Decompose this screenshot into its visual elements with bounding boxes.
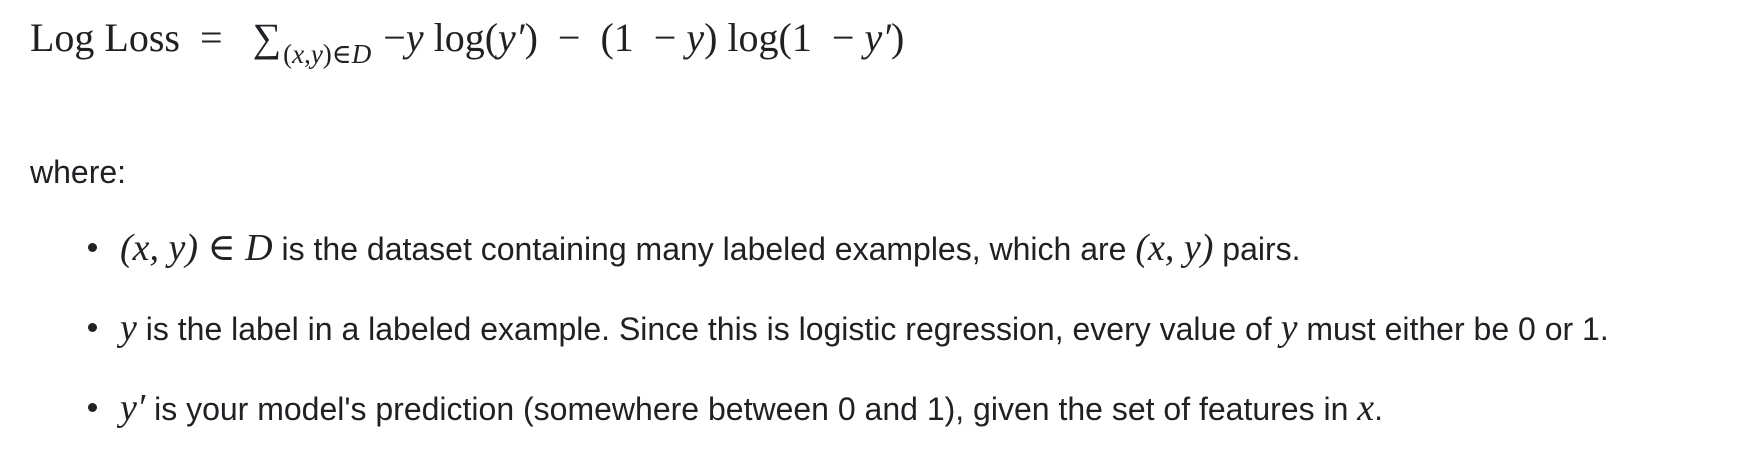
term1-log: log( — [433, 15, 499, 60]
formula-minus: − — [557, 15, 581, 60]
subscript-y: y — [310, 39, 323, 69]
term2-minus2: − — [831, 15, 855, 60]
definition-item-prediction: y′ is your model's prediction (somewhere… — [0, 388, 1609, 450]
term2-minus: − — [653, 15, 677, 60]
summation-symbol: ∑ — [252, 15, 282, 60]
definition-math-a: (x, y) ∈ D — [120, 227, 273, 269]
bullet-icon — [88, 243, 97, 252]
definition-text-b: pairs. — [1213, 231, 1301, 267]
definition-math-a: y — [120, 307, 137, 349]
term1-y: y — [405, 15, 424, 60]
definition-text-b: must either be 0 or 1. — [1297, 311, 1609, 347]
definition-text-a: is the label in a labeled example. Since… — [136, 311, 1281, 347]
subscript-x: x — [292, 39, 305, 69]
subscript-element-of: )∈ — [322, 39, 352, 69]
bullet-icon — [88, 323, 97, 332]
subscript-open: ( — [283, 39, 293, 69]
definition-text-b: . — [1374, 391, 1384, 427]
where-label: where: — [30, 154, 127, 190]
formula-lhs: Log Loss — [30, 15, 180, 60]
definition-math-b: y — [1280, 307, 1298, 349]
term2-end: ) — [890, 15, 905, 60]
definition-text-a: is your model's prediction (somewhere be… — [145, 391, 1358, 427]
definition-item-dataset: (x, y) ∈ D is the dataset containing man… — [0, 228, 1609, 308]
term2-open: (1 — [600, 15, 634, 60]
formula-equals: = — [200, 15, 223, 60]
definition-item-label: y is the label in a labeled example. Sin… — [0, 308, 1609, 388]
term2-log: log(1 — [727, 15, 812, 60]
definition-math-b: (x, y) — [1135, 227, 1214, 269]
definition-text-a: is the dataset containing many labeled e… — [272, 231, 1136, 267]
definition-math-a: y′ — [120, 387, 146, 429]
term1-minus: − — [383, 15, 406, 60]
subscript-comma: , — [304, 39, 311, 69]
subscript-dataset: D — [351, 39, 372, 69]
term1-close: ) — [524, 15, 538, 60]
term2-close: ) — [704, 15, 718, 60]
term2-y: y — [686, 15, 705, 60]
term2-prediction: y′ — [864, 15, 891, 60]
bullet-icon — [88, 403, 97, 412]
definition-math-b: x — [1357, 387, 1375, 429]
definition-list: (x, y) ∈ D is the dataset containing man… — [0, 228, 1609, 450]
summation-subscript: (x,y)∈D — [283, 39, 371, 69]
term1-prediction: y′ — [498, 15, 525, 60]
log-loss-formula: Log Loss = ∑(x,y)∈D −y log(y′) − (1 − y) l… — [30, 8, 904, 72]
